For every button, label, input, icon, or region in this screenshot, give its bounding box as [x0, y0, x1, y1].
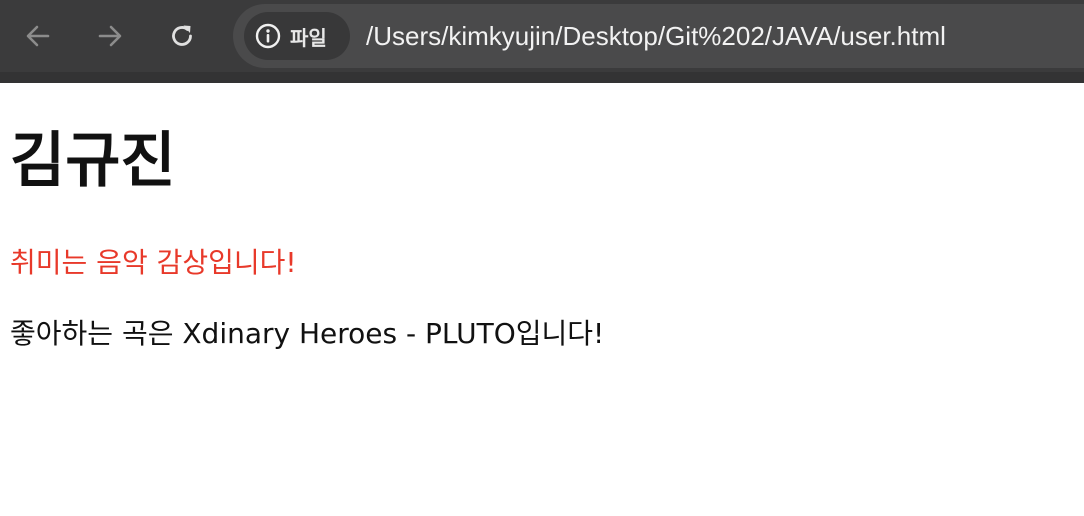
reload-icon — [168, 22, 196, 50]
arrow-left-icon — [24, 22, 52, 50]
hobby-paragraph: 취미는 음악 감상입니다! — [10, 246, 297, 279]
reload-button[interactable] — [160, 14, 204, 58]
browser-toolbar: 파일 /Users/kimkyujin/Desktop/Git%202/JAVA… — [0, 0, 1084, 83]
toolbar-divider — [0, 72, 1084, 83]
forward-button[interactable] — [88, 14, 132, 58]
page-content: 김규진 취미는 음악 감상입니다! 좋아하는 곡은 Xdinary Heroes… — [0, 83, 1084, 516]
favorite-song-paragraph: 좋아하는 곡은 Xdinary Heroes - PLUTO입니다! — [10, 317, 605, 350]
page-heading: 김규진 — [10, 126, 176, 196]
info-icon — [254, 22, 282, 50]
site-info-chip[interactable]: 파일 — [244, 12, 350, 60]
url-text[interactable]: /Users/kimkyujin/Desktop/Git%202/JAVA/us… — [366, 18, 946, 54]
arrow-right-icon — [96, 22, 124, 50]
site-chip-label: 파일 — [290, 25, 327, 50]
back-button[interactable] — [16, 14, 60, 58]
